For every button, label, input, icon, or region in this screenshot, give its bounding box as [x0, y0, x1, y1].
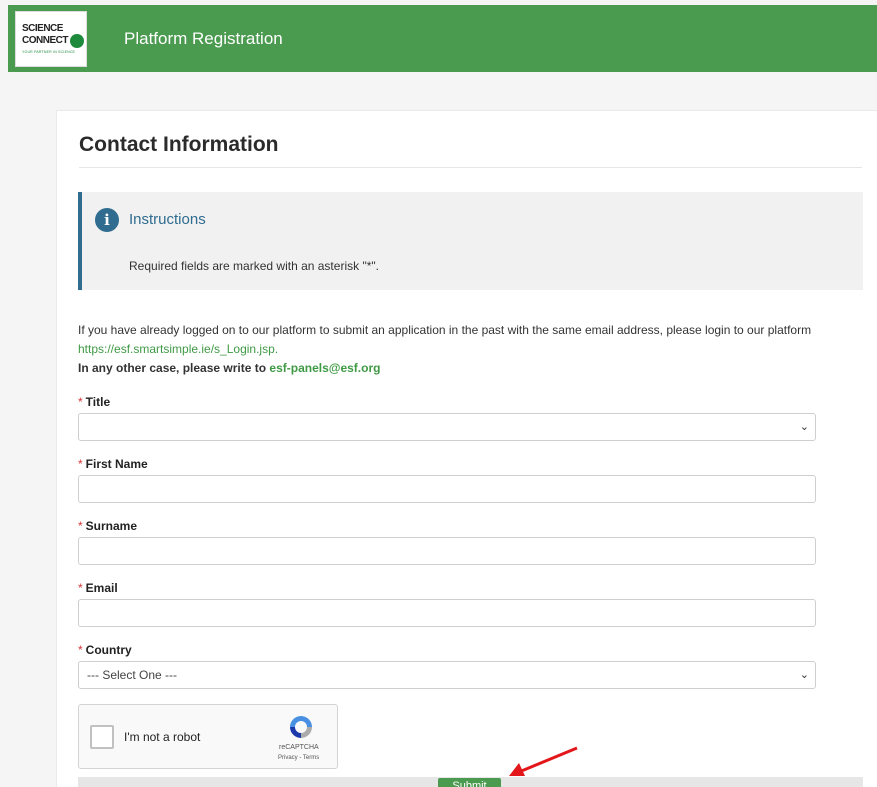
country-label-text: Country — [85, 643, 132, 657]
title-divider — [79, 167, 862, 168]
country-select-value: --- Select One --- — [87, 668, 178, 682]
logo-dot-icon — [69, 33, 84, 48]
required-mark: * — [78, 581, 83, 595]
logo-text-line2: CONNECT — [22, 34, 68, 46]
page-title: Contact Information — [79, 133, 279, 156]
surname-label: * Surname — [78, 519, 816, 537]
first-name-label: * First Name — [78, 457, 816, 475]
title-select[interactable]: ⌄ — [78, 413, 816, 441]
submit-button[interactable]: Submit — [438, 778, 501, 787]
registration-panel: Contact Information i Instructions Requi… — [56, 110, 877, 787]
recaptcha-links[interactable]: Privacy - Terms — [278, 755, 319, 761]
title-label-text: Title — [85, 395, 111, 409]
info-icon: i — [95, 208, 119, 232]
first-name-input[interactable] — [78, 475, 816, 503]
email-field: * Email — [78, 581, 816, 627]
surname-label-text: Surname — [85, 519, 138, 533]
recaptcha-checkbox[interactable] — [90, 725, 114, 749]
recaptcha-brand: reCAPTCHA — [279, 744, 319, 751]
header-title: Platform Registration — [124, 28, 283, 48]
instructions-title: Instructions — [129, 211, 206, 228]
email-label-text: Email — [85, 581, 118, 595]
surname-field: * Surname — [78, 519, 816, 565]
login-link[interactable]: https://esf.smartsimple.ie/s_Login.jsp. — [78, 342, 278, 356]
required-mark: * — [78, 395, 83, 409]
science-connect-logo[interactable]: SCIENCE CONNECT YOUR PARTNER IN SCIENCE — [15, 10, 87, 67]
title-field: * Title ⌄ — [78, 395, 816, 441]
surname-input[interactable] — [78, 537, 816, 565]
contact-email-link[interactable]: esf-panels@esf.org — [269, 361, 380, 375]
intro-line1: If you have already logged on to our pla… — [78, 323, 812, 337]
intro-contact-prefix: In any other case, please write to — [78, 361, 270, 375]
country-label: * Country — [78, 643, 816, 661]
intro-line3: In any other case, please write to esf-p… — [78, 359, 863, 378]
logo-tagline: YOUR PARTNER IN SCIENCE — [22, 49, 76, 54]
country-field: * Country --- Select One --- ⌄ — [78, 643, 816, 689]
required-mark: * — [78, 643, 83, 657]
recaptcha-widget: I'm not a robot reCAPTCHA Privacy - Term… — [78, 704, 338, 769]
first-name-label-text: First Name — [85, 457, 148, 471]
top-header: SCIENCE CONNECT YOUR PARTNER IN SCIENCE … — [8, 5, 877, 72]
instructions-text: Required fields are marked with an aster… — [129, 259, 379, 273]
email-input[interactable] — [78, 599, 816, 627]
first-name-field: * First Name — [78, 457, 816, 503]
recaptcha-label: I'm not a robot — [124, 730, 201, 744]
email-label: * Email — [78, 581, 816, 599]
required-mark: * — [78, 457, 83, 471]
required-mark: * — [78, 519, 83, 533]
chevron-down-icon: ⌄ — [799, 669, 809, 681]
logo-text-line1: SCIENCE — [22, 22, 63, 34]
recaptcha-logo-icon — [290, 716, 312, 738]
title-label: * Title — [78, 395, 816, 413]
chevron-down-icon: ⌄ — [799, 421, 809, 433]
intro-text: If you have already logged on to our pla… — [78, 321, 863, 378]
country-select[interactable]: --- Select One --- ⌄ — [78, 661, 816, 689]
instructions-box: i Instructions Required fields are marke… — [78, 192, 863, 290]
red-arrow-annotation-icon — [509, 746, 578, 776]
